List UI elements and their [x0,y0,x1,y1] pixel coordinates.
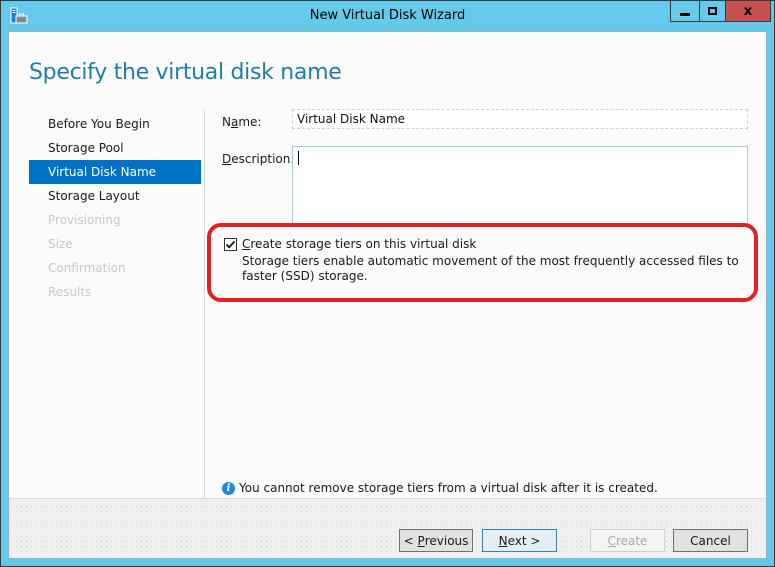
nav-item-provisioning: Provisioning [48,213,121,227]
window-controls: x [670,1,771,22]
nav-item-storage-pool[interactable]: Storage Pool [29,136,201,160]
button-bar: < Previous Next > Create Cancel [9,498,766,558]
window-title: New Virtual Disk Wizard [309,8,466,23]
next-accesskey: N [498,533,508,548]
close-button[interactable]: x [725,1,771,22]
description-label: Description: [222,152,294,166]
nav-item-storage-layout[interactable]: Storage Layout [29,184,201,208]
previous-button[interactable]: < Previous [399,529,473,552]
name-label: Name: [222,115,261,129]
previous-label: revious [424,533,469,548]
create-accesskey: C [607,533,616,548]
wizard-steps-nav: Before You Begin Storage Pool Virtual Di… [29,112,201,304]
wizard-window: New Virtual Disk Wizard x Specify the vi… [0,0,775,567]
description-textarea[interactable] [292,146,748,226]
next-label: ext > [507,533,541,548]
create-label: reate [615,533,648,548]
description-label-text: escription: [231,152,295,166]
name-input[interactable] [292,109,748,129]
storage-tiers-description: Storage tiers enable automatic movement … [242,254,739,283]
page-title: Specify the virtual disk name [29,60,342,85]
storage-tiers-label[interactable]: Create storage tiers on this virtual dis… [242,237,476,251]
nav-item-virtual-disk-name[interactable]: Virtual Disk Name [29,160,201,184]
previous-label-prefix: < [403,533,414,548]
nav-item-confirmation: Confirmation [48,261,126,275]
description-label-accesskey: D [222,152,232,166]
maximize-button[interactable] [699,1,725,22]
storage-tiers-option[interactable]: Create storage tiers on this virtual dis… [224,237,476,251]
text-caret [298,151,299,165]
info-text: You cannot remove storage tiers from a v… [239,481,658,495]
create-button: Create [590,529,665,552]
nav-item-before-you-begin[interactable]: Before You Begin [29,112,201,136]
nav-item-size: Size [48,237,73,251]
nav-item-results: Results [48,285,92,299]
close-icon: x [743,3,753,19]
minimize-icon [680,12,690,16]
title-bar[interactable]: New Virtual Disk Wizard x [1,1,774,31]
nav-divider [204,110,205,500]
storage-tiers-checkbox[interactable] [224,238,237,251]
cancel-button[interactable]: Cancel [673,529,748,552]
name-label-text: N [222,115,231,129]
previous-accesskey: P [417,533,425,548]
storage-tiers-label-text: reate storage tiers on this virtual disk [250,237,477,251]
checkmark-icon [225,240,236,249]
info-message: i You cannot remove storage tiers from a… [222,481,658,495]
name-label-text-end: me: [238,115,262,129]
wizard-content: Specify the virtual disk name Before You… [8,31,767,559]
minimize-button[interactable] [670,1,699,22]
next-button[interactable]: Next > [482,529,557,552]
maximize-icon [708,7,717,15]
info-icon: i [222,481,235,495]
